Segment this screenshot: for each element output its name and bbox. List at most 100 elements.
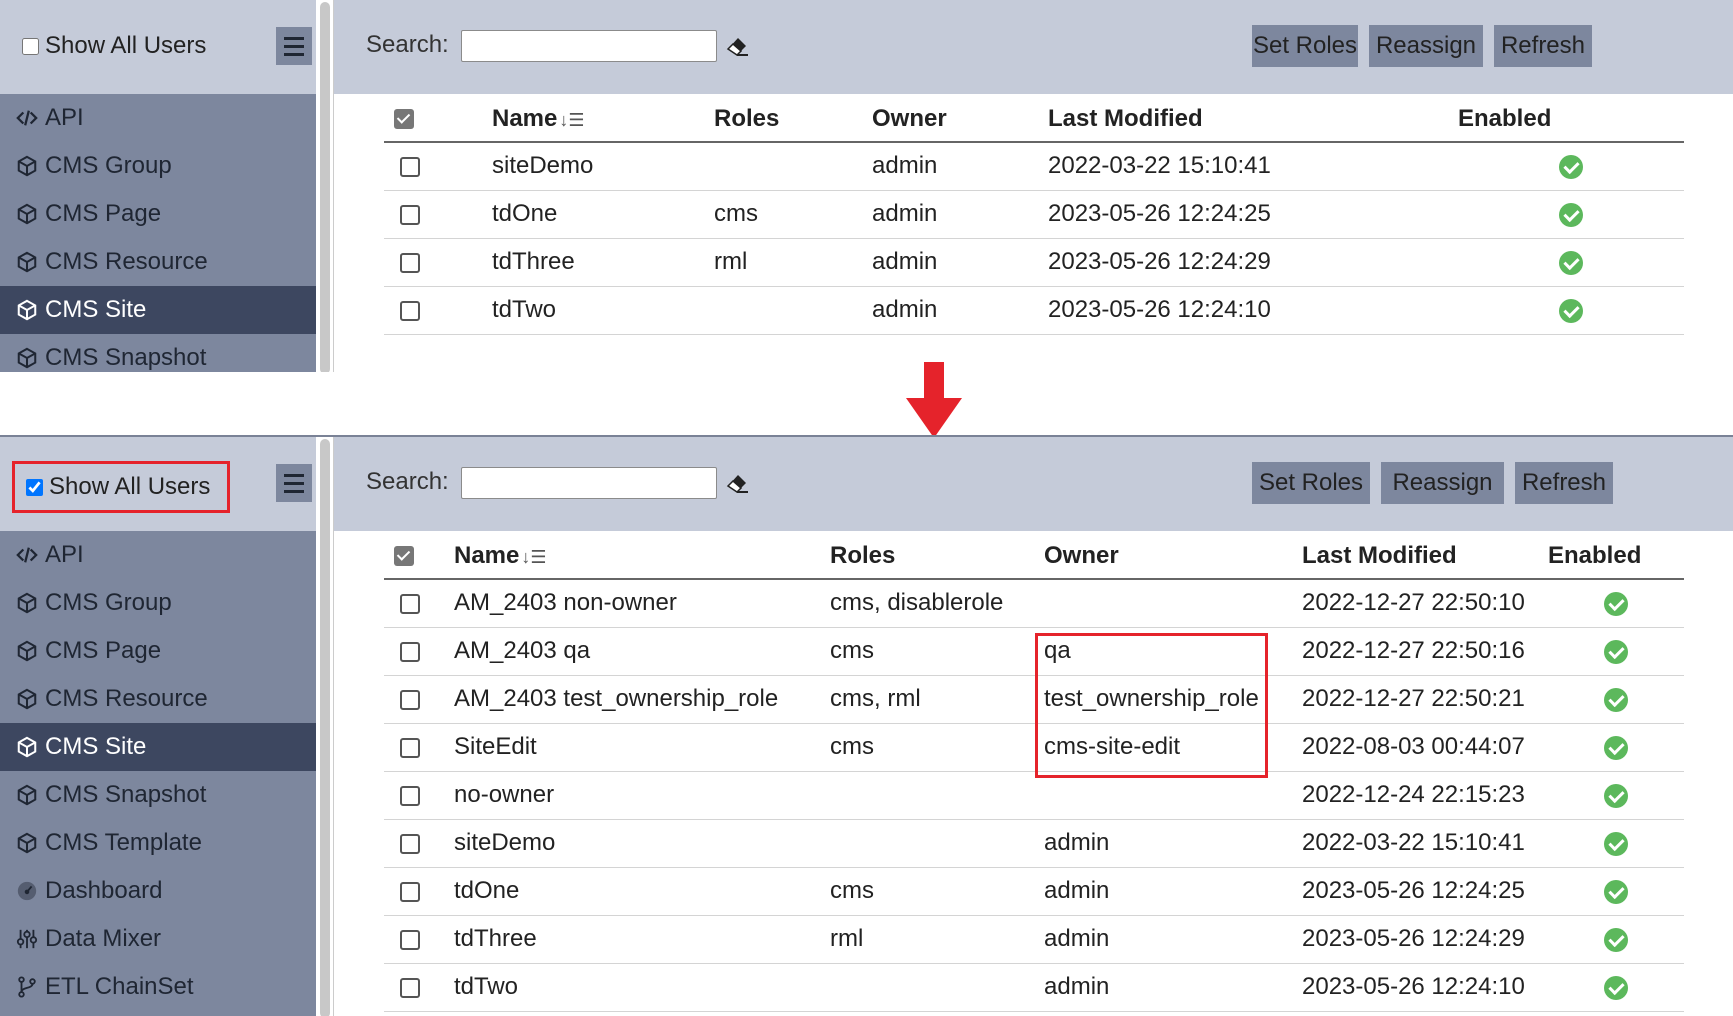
enabled-column-header[interactable]: Enabled <box>1458 96 1684 143</box>
row-checkbox[interactable] <box>400 689 420 710</box>
hamburger-menu-icon[interactable] <box>276 464 312 502</box>
table-row[interactable]: SiteEdit cms cms-site-edit 2022-08-03 00:44… <box>384 723 1684 772</box>
sidebar-item-cms-group[interactable]: CMS Group <box>0 579 316 627</box>
search-input[interactable] <box>461 467 717 499</box>
sidebar-scrollbar[interactable] <box>316 437 334 1016</box>
row-checkbox[interactable] <box>400 785 420 806</box>
name-column-header[interactable]: Name ↓☰ <box>492 96 714 143</box>
name-cell[interactable]: tdTwo <box>492 286 714 335</box>
row-checkbox[interactable] <box>400 156 420 177</box>
row-select-cell[interactable] <box>384 819 454 868</box>
row-select-cell[interactable] <box>384 579 454 628</box>
name-cell[interactable]: SiteEdit <box>454 723 830 772</box>
row-select-cell[interactable] <box>384 723 454 772</box>
name-cell[interactable]: siteDemo <box>454 819 830 868</box>
row-checkbox[interactable] <box>400 977 420 998</box>
sidebar-item-cms-site[interactable]: CMS Site <box>0 723 316 771</box>
search-input[interactable] <box>461 30 717 62</box>
table-row[interactable]: tdThree rml admin 2023-05-26 12:24:29 <box>384 915 1684 964</box>
row-checkbox[interactable] <box>400 737 420 758</box>
select-all-checkbox[interactable] <box>394 546 414 567</box>
sidebar-item-dashboard[interactable]: Dashboard <box>0 867 316 915</box>
show-all-users-checkbox[interactable] <box>26 478 43 496</box>
sidebar-scrollbar[interactable] <box>316 0 334 372</box>
table-row[interactable]: siteDemo admin 2022-03-22 15:10:41 <box>384 142 1684 191</box>
refresh-button[interactable]: Refresh <box>1494 25 1592 67</box>
sidebar-item-cms-snapshot[interactable]: CMS Snapshot <box>0 771 316 819</box>
show-all-users-toggle[interactable]: Show All Users <box>22 32 206 60</box>
sidebar-item-api[interactable]: API <box>0 531 316 579</box>
name-cell[interactable]: siteDemo <box>492 142 714 191</box>
row-checkbox[interactable] <box>400 300 420 321</box>
select-all-checkbox[interactable] <box>394 109 414 130</box>
roles-column-header[interactable]: Roles <box>830 533 1044 580</box>
table-row[interactable]: siteDemo admin 2022-03-22 15:10:41 <box>384 819 1684 868</box>
select-all-header[interactable] <box>384 96 492 143</box>
row-select-cell[interactable] <box>384 142 492 191</box>
table-row[interactable]: AM_2403 test_ownership_role cms, rml test_… <box>384 675 1684 724</box>
sidebar-item-etl-chainset[interactable]: ETL ChainSet <box>0 963 316 1011</box>
set-roles-button[interactable]: Set Roles <box>1252 25 1358 67</box>
row-select-cell[interactable] <box>384 771 454 820</box>
name-cell[interactable]: tdOne <box>454 867 830 916</box>
sidebar-item-cms-site[interactable]: CMS Site <box>0 286 316 334</box>
name-column-header[interactable]: Name ↓☰ <box>454 533 830 580</box>
sort-desc-icon[interactable]: ↓☰ <box>521 547 546 567</box>
table-row[interactable]: AM_2403 non-owner cms, disablerole 2022-12… <box>384 579 1684 628</box>
row-checkbox[interactable] <box>400 929 420 950</box>
table-row[interactable]: tdOne cms admin 2023-05-26 12:24:25 <box>384 867 1684 916</box>
hamburger-menu-icon[interactable] <box>276 27 312 65</box>
row-checkbox[interactable] <box>400 641 420 662</box>
show-all-users-checkbox[interactable] <box>22 37 39 55</box>
owner-column-header[interactable]: Owner <box>1044 533 1302 580</box>
enabled-column-header[interactable]: Enabled <box>1548 533 1684 580</box>
last-modified-column-header[interactable]: Last Modified <box>1048 96 1458 143</box>
sidebar-item-data-mixer[interactable]: Data Mixer <box>0 915 316 963</box>
sidebar-item-cms-page[interactable]: CMS Page <box>0 190 316 238</box>
name-cell[interactable]: AM_2403 test_ownership_role <box>454 675 830 724</box>
name-cell[interactable]: no-owner <box>454 771 830 820</box>
name-cell[interactable]: tdTwo <box>454 963 830 1012</box>
sidebar-item-cms-page[interactable]: CMS Page <box>0 627 316 675</box>
row-checkbox[interactable] <box>400 252 420 273</box>
last-modified-column-header[interactable]: Last Modified <box>1302 533 1548 580</box>
table-row[interactable]: tdThree rml admin 2023-05-26 12:24:29 <box>384 238 1684 287</box>
name-cell[interactable]: tdThree <box>454 915 830 964</box>
row-checkbox[interactable] <box>400 204 420 225</box>
row-select-cell[interactable] <box>384 627 454 676</box>
sidebar-item-cms-template[interactable]: CMS Template <box>0 819 316 867</box>
table-row[interactable]: tdTwo admin 2023-05-26 12:24:10 <box>384 963 1684 1012</box>
clear-search-icon[interactable] <box>724 470 750 496</box>
sidebar-item-cms-resource[interactable]: CMS Resource <box>0 675 316 723</box>
row-checkbox[interactable] <box>400 593 420 614</box>
row-select-cell[interactable] <box>384 867 454 916</box>
table-row[interactable]: tdTwo admin 2023-05-26 12:24:10 <box>384 286 1684 335</box>
show-all-users-toggle[interactable]: Show All Users <box>12 461 231 513</box>
row-select-cell[interactable] <box>384 915 454 964</box>
refresh-button[interactable]: Refresh <box>1515 462 1613 504</box>
table-row[interactable]: tdOne cms admin 2023-05-26 12:24:25 <box>384 190 1684 239</box>
row-select-cell[interactable] <box>384 675 454 724</box>
row-checkbox[interactable] <box>400 833 420 854</box>
sidebar-item-cms-group[interactable]: CMS Group <box>0 142 316 190</box>
roles-column-header[interactable]: Roles <box>714 96 872 143</box>
sidebar-item-cms-resource[interactable]: CMS Resource <box>0 238 316 286</box>
name-cell[interactable]: AM_2403 qa <box>454 627 830 676</box>
row-select-cell[interactable] <box>384 963 454 1012</box>
name-cell[interactable]: AM_2403 non-owner <box>454 579 830 628</box>
sidebar-item-api[interactable]: API <box>0 94 316 142</box>
clear-search-icon[interactable] <box>724 33 750 59</box>
table-row[interactable]: no-owner 2022-12-24 22:15:23 <box>384 771 1684 820</box>
row-checkbox[interactable] <box>400 881 420 902</box>
row-select-cell[interactable] <box>384 286 492 335</box>
select-all-header[interactable] <box>384 533 454 580</box>
owner-column-header[interactable]: Owner <box>872 96 1048 143</box>
row-select-cell[interactable] <box>384 190 492 239</box>
row-select-cell[interactable] <box>384 238 492 287</box>
reassign-button[interactable]: Reassign <box>1369 25 1483 67</box>
set-roles-button[interactable]: Set Roles <box>1252 462 1370 504</box>
reassign-button[interactable]: Reassign <box>1381 462 1504 504</box>
sidebar-item-cms-snapshot[interactable]: CMS Snapshot <box>0 334 316 372</box>
name-cell[interactable]: tdOne <box>492 190 714 239</box>
name-cell[interactable]: tdThree <box>492 238 714 287</box>
